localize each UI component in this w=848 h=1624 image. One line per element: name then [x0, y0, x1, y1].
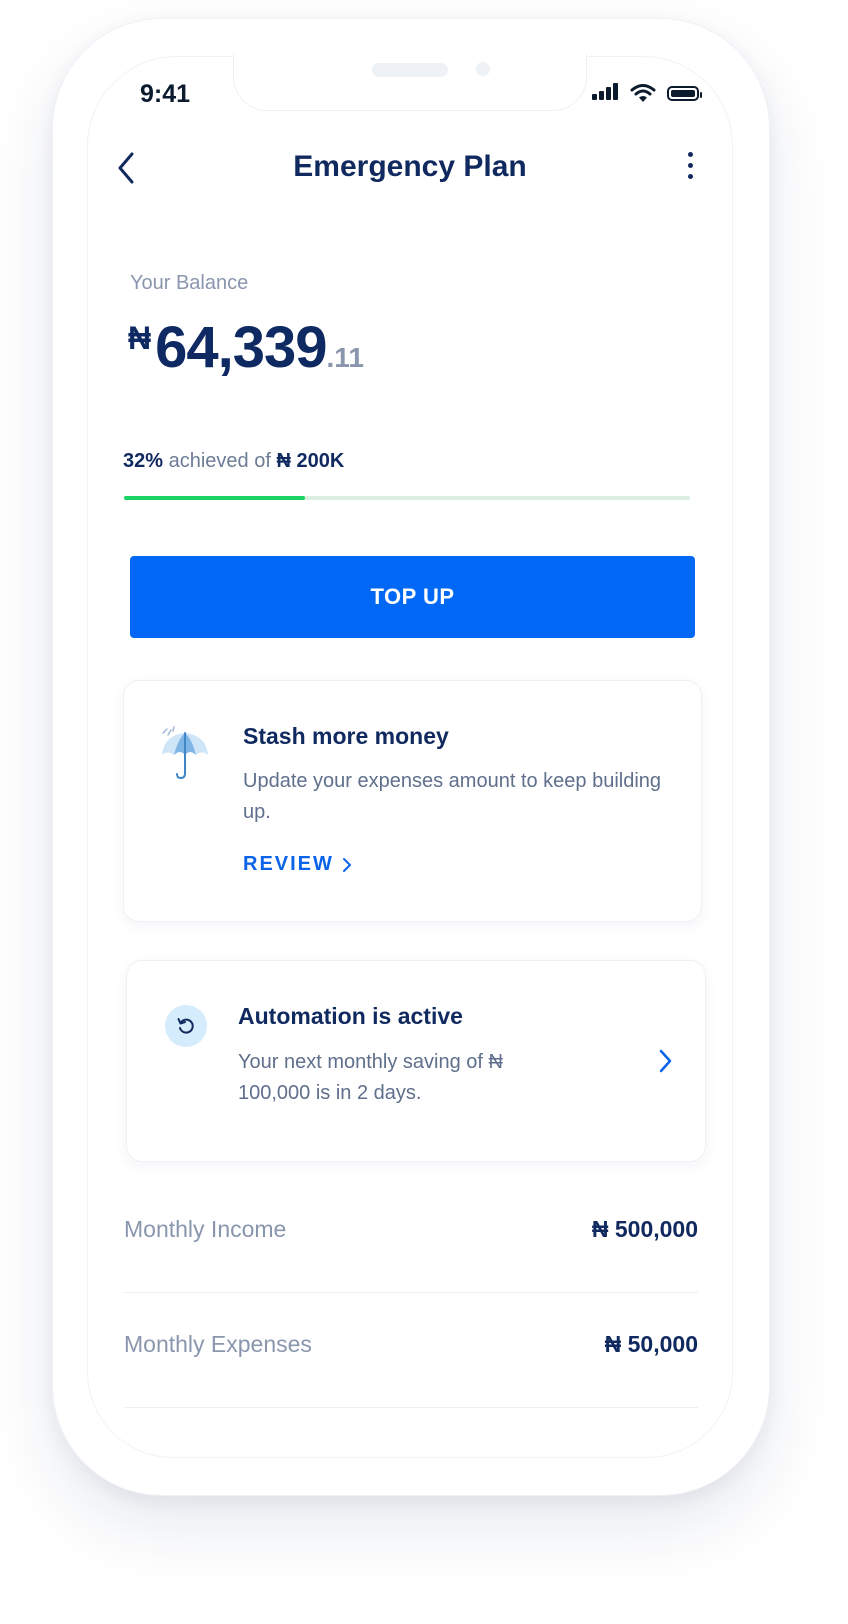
- back-arrow-icon[interactable]: [112, 150, 142, 186]
- balance-decimal: .11: [326, 342, 364, 373]
- stash-body: Update your expenses amount to keep buil…: [243, 770, 662, 823]
- speaker: [372, 63, 448, 77]
- balance-amount: ₦64,339.11: [128, 314, 364, 381]
- status-icons: [590, 80, 710, 110]
- review-label: REVIEW: [243, 853, 334, 875]
- progress-middle: achieved of: [168, 450, 271, 472]
- chevron-right-icon: [342, 857, 351, 872]
- balance-label: Your Balance: [130, 272, 249, 294]
- automation-card[interactable]: Automation is active Your next monthly s…: [126, 960, 706, 1162]
- stash-title: Stash more money: [243, 723, 449, 749]
- balance-whole: 64,339: [155, 315, 327, 380]
- progress-text: 32% achieved of ₦ 200K: [123, 450, 344, 473]
- chevron-right-icon[interactable]: [655, 1047, 675, 1075]
- progress-fill: [124, 496, 306, 500]
- refresh-icon: [165, 1005, 207, 1047]
- expenses-label: Monthly Expenses: [124, 1331, 312, 1357]
- more-options-icon[interactable]: [680, 152, 700, 186]
- review-link[interactable]: REVIEW: [243, 853, 352, 876]
- wifi-icon: [630, 84, 656, 102]
- income-label: Monthly Income: [124, 1216, 287, 1242]
- expenses-value: ₦ 50,000: [604, 1331, 698, 1357]
- stash-card: Stash more money Update your expenses am…: [123, 680, 702, 922]
- progress-target: ₦ 200K: [276, 450, 345, 472]
- umbrella-icon: [162, 726, 208, 780]
- automation-title: Automation is active: [238, 1003, 463, 1029]
- summary-row-expenses: Monthly Expenses ₦ 50,000: [124, 1293, 698, 1408]
- progress-percent: 32%: [123, 450, 164, 472]
- page-title: Emergency Plan: [293, 150, 527, 183]
- top-up-button[interactable]: TOP UP: [130, 556, 695, 638]
- automation-body: Your next monthly saving of ₦ 100,000 is…: [238, 1051, 503, 1104]
- balance-currency: ₦: [128, 320, 152, 356]
- income-value: ₦ 500,000: [591, 1216, 698, 1242]
- progress-track: [124, 496, 690, 500]
- status-time: 9:41: [140, 80, 191, 108]
- camera: [476, 62, 490, 76]
- battery-icon: [667, 86, 702, 101]
- summary-row-income: Monthly Income ₦ 500,000: [124, 1178, 698, 1293]
